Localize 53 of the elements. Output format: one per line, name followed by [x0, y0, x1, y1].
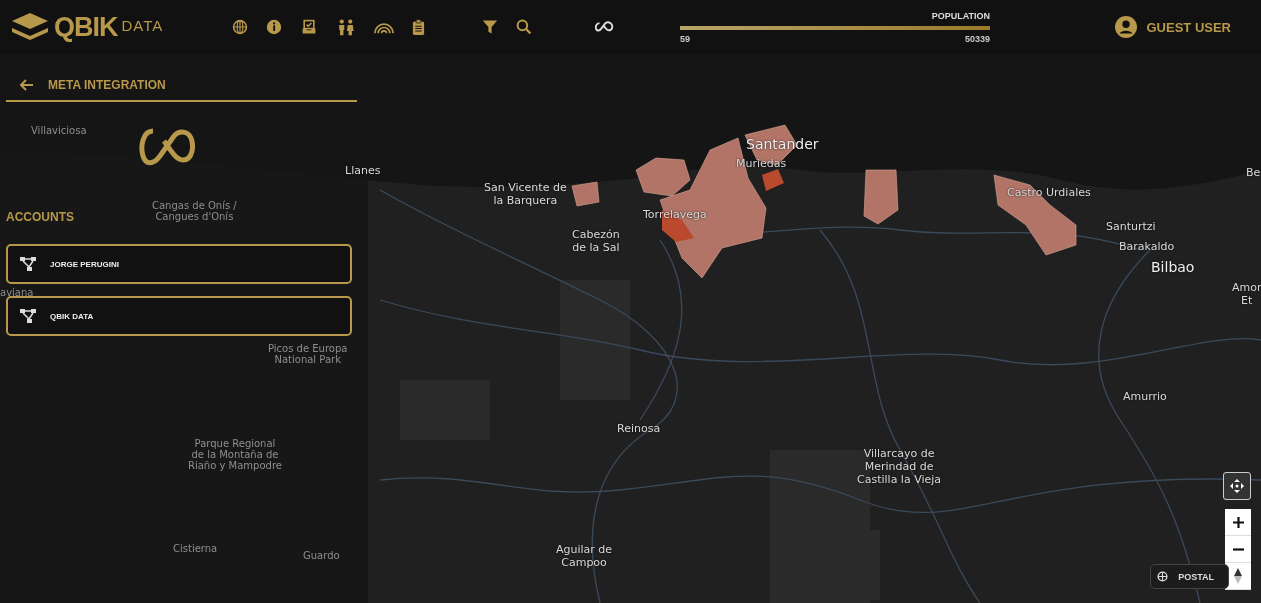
logo-text: QBIK [54, 11, 118, 43]
filter-icon[interactable] [482, 19, 498, 35]
search-icon[interactable] [516, 19, 532, 35]
clipboard-icon[interactable] [412, 19, 425, 35]
panel-title: META INTEGRATION [48, 78, 166, 92]
network-nodes-icon [20, 309, 36, 323]
move-button[interactable] [1223, 472, 1251, 500]
four-arrows-icon [1230, 479, 1244, 493]
layer-button[interactable]: POSTAL [1150, 564, 1229, 589]
people-icon[interactable] [336, 18, 356, 36]
user-avatar-icon [1115, 16, 1138, 38]
slider-max-value: 50339 [964, 33, 990, 44]
map-label: Bilbao [1151, 259, 1195, 276]
inbox-check-icon[interactable] [300, 19, 318, 35]
logo-subtext: DATA [121, 16, 164, 34]
slider-label: POPULATION [931, 10, 990, 21]
globe-icon[interactable] [232, 19, 248, 35]
slider-min-value: 59 [680, 33, 690, 44]
compass-icon [1234, 568, 1242, 584]
section-heading: ACCOUNTS [6, 210, 74, 224]
map-label: Amor Et [1232, 281, 1261, 308]
map-label: Barakaldo [1119, 240, 1175, 254]
map-label: aviana [0, 287, 34, 298]
infinity-logo-icon[interactable] [594, 21, 616, 33]
network-nodes-icon [20, 257, 36, 271]
map-label: Cabezón de la Sal [572, 228, 620, 255]
map-label: Picos de Europa National Park [268, 343, 348, 365]
infinity-logo-icon [137, 128, 196, 166]
stacked-layers-icon [10, 11, 50, 43]
map-label: Llanes [345, 164, 381, 178]
plus-icon [1232, 516, 1244, 528]
user-menu[interactable]: GUEST USER [1115, 16, 1231, 38]
map-label: Cistierna [173, 543, 218, 554]
account-card[interactable]: QBIK DATA [6, 296, 352, 336]
globe-icon [1157, 571, 1169, 582]
back-arrow-icon[interactable] [20, 79, 34, 91]
rainbow-arch-icon[interactable] [374, 20, 394, 34]
map-label: Aguilar de Campoo [556, 543, 613, 570]
minus-icon [1232, 547, 1244, 551]
map-label: Cangas de Onís / Cangues d'Onís [152, 200, 237, 222]
map-label: Be [1246, 166, 1261, 180]
map-label: Guardo [303, 550, 340, 561]
map-label: San Vicente de la Barquera [484, 181, 567, 208]
map-label: Parque Regional de la Montaña de Riaño y Mampodre [188, 438, 282, 471]
zoom-in-button[interactable] [1225, 509, 1251, 536]
map-label: Santurtzi [1106, 220, 1156, 234]
account-card[interactable]: JORGE PERUGINI [6, 244, 352, 284]
map-label: Villaviciosa [31, 125, 87, 136]
map-label: Villarcayo de Merindad de Castilla la Vieja [857, 447, 942, 487]
map-label: Reinosa [617, 422, 661, 436]
map-label: Amurrio [1123, 390, 1167, 404]
population-slider[interactable] [680, 25, 990, 30]
info-icon[interactable] [266, 19, 282, 35]
